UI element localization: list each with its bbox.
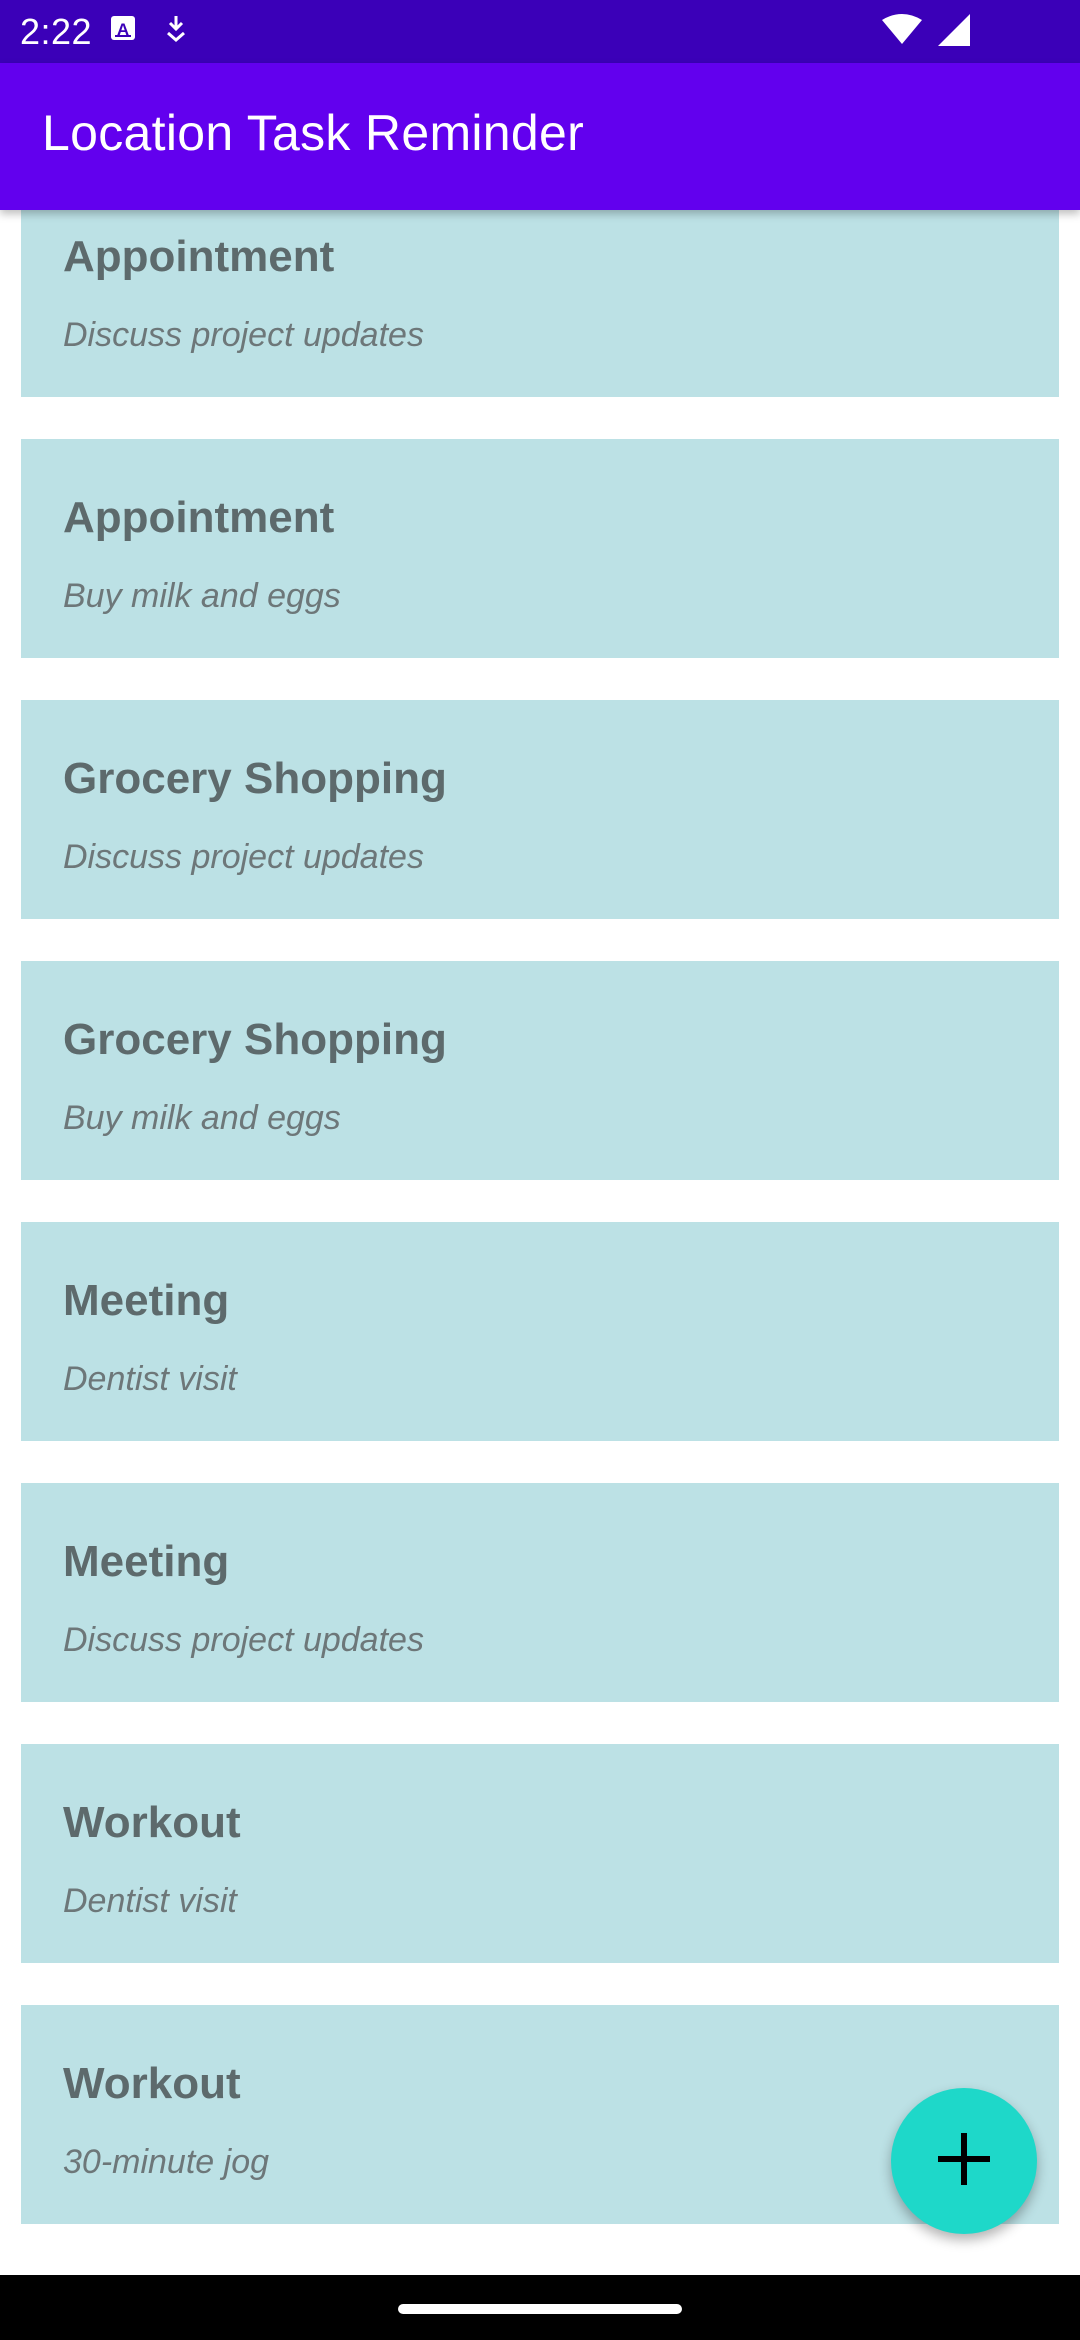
reminder-card[interactable]: Meeting Discuss project updates <box>21 1483 1059 1702</box>
app-bar: Location Task Reminder <box>0 63 1080 210</box>
signal-icon <box>938 14 970 51</box>
status-time: 2:22 <box>20 11 93 52</box>
reminder-title: Appointment <box>63 493 335 542</box>
reminder-description: Buy milk and eggs <box>63 1099 341 1137</box>
download-icon <box>164 14 188 47</box>
keyboard-a-icon: A <box>110 15 136 46</box>
reminder-description: 30-minute jog <box>63 2143 270 2181</box>
add-reminder-button[interactable] <box>891 2088 1037 2234</box>
app-title: Location Task Reminder <box>42 105 585 161</box>
reminder-card[interactable]: Meeting Dentist visit <box>21 1222 1059 1441</box>
system-navigation-bar <box>0 2275 1080 2340</box>
reminder-description: Discuss project updates <box>63 316 424 354</box>
reminder-card[interactable]: Workout Dentist visit <box>21 1744 1059 1963</box>
reminder-card[interactable]: Grocery Shopping Buy milk and eggs <box>21 961 1059 1180</box>
reminder-description: Dentist visit <box>63 1882 237 1920</box>
reminder-title: Grocery Shopping <box>63 1015 447 1064</box>
reminder-description: Discuss project updates <box>63 1621 424 1659</box>
reminder-title: Workout <box>63 2059 241 2108</box>
reminder-title: Meeting <box>63 1276 230 1325</box>
reminder-title: Workout <box>63 1798 241 1847</box>
reminder-card[interactable]: Grocery Shopping Discuss project updates <box>21 700 1059 919</box>
status-bar: 2:22 A <box>0 0 1080 63</box>
reminder-card[interactable]: Appointment Discuss project updates <box>21 210 1059 397</box>
reminder-list-content: Appointment Discuss project updates Appo… <box>0 210 1080 2266</box>
wifi-icon <box>882 14 922 51</box>
add-icon <box>932 2127 996 2196</box>
reminder-description: Discuss project updates <box>63 838 424 876</box>
reminder-title: Appointment <box>63 232 335 281</box>
reminder-title: Meeting <box>63 1537 230 1586</box>
reminder-card[interactable]: Appointment Buy milk and eggs <box>21 439 1059 658</box>
reminder-description: Buy milk and eggs <box>63 577 341 615</box>
home-indicator[interactable] <box>398 2304 682 2314</box>
reminder-description: Dentist visit <box>63 1360 237 1398</box>
reminder-list[interactable]: Appointment Discuss project updates Appo… <box>0 210 1080 2275</box>
reminder-title: Grocery Shopping <box>63 754 447 803</box>
